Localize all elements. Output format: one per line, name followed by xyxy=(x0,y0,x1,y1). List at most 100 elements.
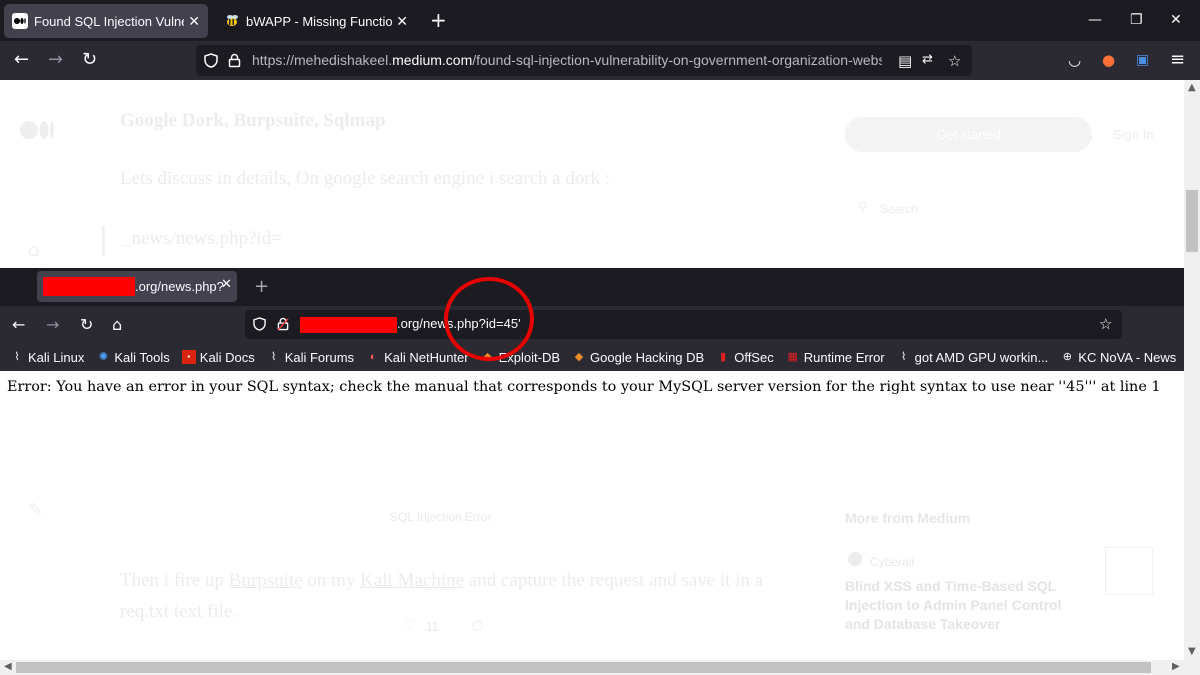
bookmark-kc-nova: ⊕ KC NoVA - News xyxy=(1060,350,1177,365)
redaction-box xyxy=(43,277,135,296)
close-tab-icon[interactable]: ✕ xyxy=(396,13,408,30)
get-started-button[interactable]: Get started xyxy=(845,117,1092,152)
more-from-medium-heading: More from Medium xyxy=(845,510,971,526)
sql-error-message: Error: You have an error in your SQL syn… xyxy=(7,379,1161,395)
comment-icon[interactable]: ○ xyxy=(472,618,483,633)
bookmark-label: Kali Tools xyxy=(114,349,170,365)
bookmark-label: OffSec xyxy=(734,349,774,365)
tab-title: Found SQL Injection Vulnerability on Gov… xyxy=(34,13,184,29)
lock-icon[interactable] xyxy=(228,53,241,68)
browser-nav-bar: ← → ↻ https://mehedishakeel.medium.com/f… xyxy=(0,41,1200,80)
highlight-circle xyxy=(444,277,534,361)
menu-icon[interactable]: ≡ xyxy=(1170,51,1185,69)
scroll-right-arrow-icon[interactable]: ▶ xyxy=(1172,661,1180,672)
offsec-icon: ▮ xyxy=(720,351,727,363)
bee-favicon-icon xyxy=(227,15,238,26)
author-name[interactable]: Cyberali xyxy=(870,555,914,569)
bookmark-label: Kali NetHunter xyxy=(384,349,469,365)
bookmark-label: Kali Linux xyxy=(28,349,85,365)
embedded-close-icon: ✕ xyxy=(221,277,232,292)
globe-icon: ⊕ xyxy=(1062,351,1072,363)
bookmark-label: got AMD GPU workin... xyxy=(914,349,1049,365)
bookmark-runtime-error: ▦ Runtime Error xyxy=(786,350,885,365)
embedded-tab-title: .org/news.php? xyxy=(135,279,224,294)
bookmark-kali-tools: ✺ Kali Tools xyxy=(96,349,170,365)
horizontal-scroll-thumb[interactable] xyxy=(16,662,1151,673)
kali-forums-icon: ⌇ xyxy=(271,351,277,363)
minimize-icon[interactable]: — xyxy=(1088,12,1102,28)
embedded-bookmarks-bar: ⌇ Kali Linux ✺ Kali Tools ▪ Kali Docs ⌇ Kali… xyxy=(0,343,1184,371)
burpsuite-link[interactable]: Burpsuite xyxy=(229,570,303,591)
shield-icon[interactable] xyxy=(204,53,218,68)
forward-arrow-icon[interactable]: → xyxy=(48,51,63,69)
bookmark-icon[interactable]: ⌂ xyxy=(28,240,39,261)
redaction-box xyxy=(300,317,397,333)
bookmark-kali-docs: ▪ Kali Docs xyxy=(181,349,255,365)
runtime-error-icon: ▦ xyxy=(787,351,798,363)
medium-favicon-icon xyxy=(12,13,28,29)
embedded-insecure-lock-icon xyxy=(277,317,289,331)
author-avatar[interactable] xyxy=(848,552,862,566)
url-path: /found-sql-injection-vulnerability-on-go… xyxy=(472,52,882,68)
image-caption: SQL Injection Error xyxy=(390,510,492,524)
embedded-home-icon: ⌂ xyxy=(112,315,123,334)
kali-dragon-icon: ⌇ xyxy=(900,351,907,363)
bookmark-offsec: ▮ OffSec xyxy=(716,350,774,365)
close-tab-icon[interactable]: ✕ xyxy=(188,13,200,30)
tab-title: bWAPP - Missing Functional Level Access … xyxy=(246,13,393,29)
scroll-down-arrow-icon[interactable]: ▼ xyxy=(1188,646,1196,657)
bookmark-google-hacking-db: ◆ Google Hacking DB xyxy=(572,350,704,365)
embedded-forward-icon: → xyxy=(46,315,60,334)
kali-machine-link[interactable]: Kali Machine xyxy=(360,570,464,591)
url-prefix: https://mehedishakeel. xyxy=(252,52,393,68)
vertical-scroll-thumb[interactable] xyxy=(1186,190,1198,252)
reader-view-icon[interactable]: ▤ xyxy=(898,52,912,70)
pocket-icon[interactable]: ◡ xyxy=(1068,51,1081,69)
reload-icon[interactable]: ↻ xyxy=(82,51,97,69)
tab-bwapp[interactable]: bWAPP - Missing Functional Level Access … xyxy=(216,4,416,38)
tab-medium-article[interactable]: Found SQL Injection Vulnerability on Gov… xyxy=(4,4,208,38)
url-domain: medium.com xyxy=(392,52,473,68)
ghdb-icon: ◆ xyxy=(574,351,584,363)
new-tab-button[interactable]: + xyxy=(430,10,447,30)
embedded-nav-bar: ← → ↻ ⌂ .org/news.php?id=45' ☆ xyxy=(0,306,1184,343)
bookmark-label: Runtime Error xyxy=(803,349,885,365)
extension-fox-icon[interactable]: ● xyxy=(1102,51,1115,69)
embedded-back-icon: ← xyxy=(12,315,26,334)
embedded-tab: .org/news.php? ✕ xyxy=(37,271,237,302)
quote-bar xyxy=(102,226,105,256)
medium-logo-icon[interactable] xyxy=(20,120,56,140)
embedded-new-tab-icon: + xyxy=(254,276,270,297)
text: on my xyxy=(302,570,361,591)
restore-icon[interactable]: ❐ xyxy=(1130,12,1143,28)
close-window-icon[interactable]: ✕ xyxy=(1170,12,1182,28)
url-bar[interactable]: https://mehedishakeel.medium.com/found-s… xyxy=(196,45,972,76)
bookmark-label: Kali Docs xyxy=(199,349,255,365)
kali-dragon-icon: ⌇ xyxy=(14,351,20,363)
translate-extension-icon[interactable]: ▣ xyxy=(1136,51,1149,69)
text: Then i fire up xyxy=(120,570,229,591)
embedded-star-icon: ☆ xyxy=(1099,315,1113,333)
bookmark-label: Kali Forums xyxy=(284,349,355,365)
bookmark-star-icon[interactable]: ☆ xyxy=(948,52,961,70)
clap-icon[interactable]: ♡ xyxy=(404,618,416,633)
embedded-shield-icon xyxy=(253,317,266,331)
article-paragraph: Lets discuss in details, On google searc… xyxy=(120,168,611,189)
nethunter-icon: ◐ xyxy=(369,351,377,363)
embedded-screenshot: .org/news.php? ✕ + ← → ↻ ⌂ .org/news.php… xyxy=(0,268,1184,408)
translate-icon[interactable]: ⇄ xyxy=(922,52,933,67)
bookmark-amd-gpu: ⌇ got AMD GPU workin... xyxy=(897,349,1049,365)
back-arrow-icon[interactable]: ← xyxy=(14,51,29,69)
article-thumbnail[interactable] xyxy=(1105,547,1153,595)
url-text[interactable]: https://mehedishakeel.medium.com/found-s… xyxy=(252,52,882,68)
search-input[interactable]: Search xyxy=(880,202,918,216)
recommended-article-title[interactable]: Blind XSS and Time-Based SQL Injection t… xyxy=(845,577,1085,634)
browser-tab-bar: Found SQL Injection Vulnerability on Gov… xyxy=(0,0,1200,41)
bookmark-kali-nethunter: ◐ Kali NetHunter xyxy=(366,350,469,365)
sign-in-link[interactable]: Sign In xyxy=(1113,127,1153,142)
scroll-up-arrow-icon[interactable]: ▲ xyxy=(1188,82,1196,93)
embedded-tab-bar: .org/news.php? ✕ + xyxy=(0,268,1184,306)
vertical-scrollbar[interactable] xyxy=(1184,80,1200,660)
write-icon[interactable]: ✎ xyxy=(28,500,43,521)
scroll-left-arrow-icon[interactable]: ◀ xyxy=(4,661,12,672)
